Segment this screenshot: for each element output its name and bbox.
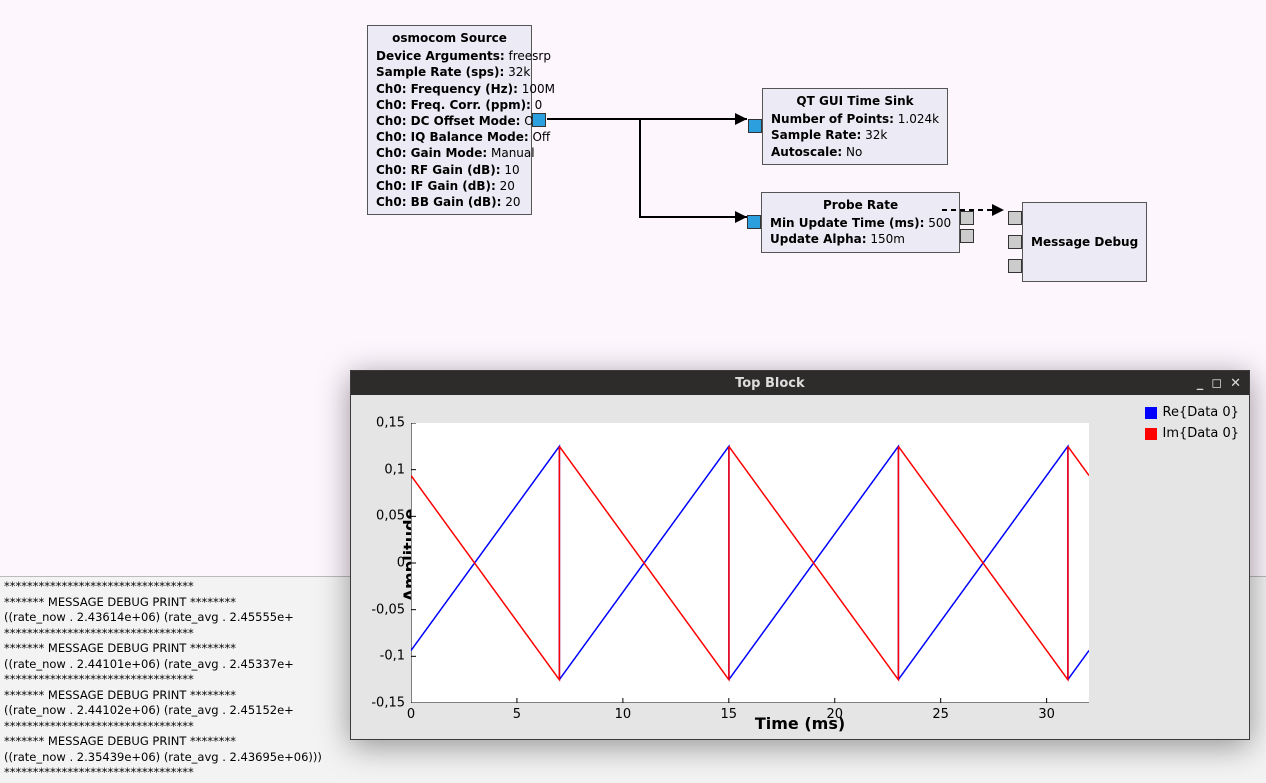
- ytick-label: -0,15: [371, 696, 405, 711]
- plot-series: [411, 446, 1089, 679]
- block-title: osmocom Source: [376, 30, 523, 46]
- msg-output-port[interactable]: [960, 229, 974, 243]
- block-param: Ch0: Gain Mode: Manual: [376, 145, 523, 161]
- msg-input-port[interactable]: [1008, 235, 1022, 249]
- block-param: Number of Points: 1.024k: [771, 111, 939, 127]
- xtick-label: 15: [721, 707, 738, 722]
- plot-area[interactable]: -0,15-0,1-0,0500,050,10,15 051015202530: [411, 423, 1089, 703]
- xtick-label: 20: [826, 707, 843, 722]
- window-top-block[interactable]: Top Block _ ◻ ✕ Amplitude Time (ms) Re{D…: [350, 370, 1250, 740]
- ytick-label: -0,1: [380, 649, 405, 664]
- block-param: Min Update Time (ms): 500: [770, 215, 951, 231]
- title-bar[interactable]: Top Block _ ◻ ✕: [351, 371, 1249, 395]
- xtick-label: 10: [615, 707, 632, 722]
- ytick-label: -0,05: [371, 602, 405, 617]
- ytick-label: 0,15: [376, 416, 405, 431]
- msg-input-port[interactable]: [1008, 211, 1022, 225]
- plot-xlabel: Time (ms): [351, 714, 1249, 733]
- ytick-label: 0,1: [384, 462, 405, 477]
- block-param: Ch0: BB Gain (dB): 20: [376, 194, 523, 210]
- block-param: Update Alpha: 150m: [770, 231, 951, 247]
- plot-legend: Re{Data 0} Im{Data 0}: [1145, 405, 1239, 447]
- block-param: Ch0: Frequency (Hz): 100M: [376, 81, 523, 97]
- block-title: Probe Rate: [770, 197, 951, 213]
- xtick-label: 5: [513, 707, 521, 722]
- block-probe-rate[interactable]: Probe Rate Min Update Time (ms): 500Upda…: [761, 192, 960, 253]
- plot-series: [411, 446, 1089, 679]
- maximize-icon[interactable]: ◻: [1211, 376, 1222, 391]
- block-param: Ch0: DC Offset Mode: Off: [376, 113, 523, 129]
- block-param: Sample Rate: 32k: [771, 127, 939, 143]
- close-icon[interactable]: ✕: [1230, 376, 1241, 391]
- minimize-icon[interactable]: _: [1197, 376, 1204, 391]
- block-message-debug[interactable]: Message Debug: [1022, 202, 1147, 282]
- block-osmocom-source[interactable]: osmocom Source Device Arguments: freesrp…: [367, 25, 532, 215]
- block-param: Ch0: RF Gain (dB): 10: [376, 162, 523, 178]
- block-param: Ch0: IQ Balance Mode: Off: [376, 129, 523, 145]
- ytick-label: 0,05: [376, 509, 405, 524]
- block-qt-gui-time-sink[interactable]: QT GUI Time Sink Number of Points: 1.024…: [762, 88, 948, 165]
- msg-input-port[interactable]: [1008, 259, 1022, 273]
- xtick-label: 25: [932, 707, 949, 722]
- block-param: Sample Rate (sps): 32k: [376, 64, 523, 80]
- output-port[interactable]: [532, 113, 546, 127]
- msg-output-port[interactable]: [960, 211, 974, 225]
- ytick-label: 0: [397, 556, 405, 571]
- block-param: Ch0: Freq. Corr. (ppm): 0: [376, 97, 523, 113]
- input-port[interactable]: [748, 119, 762, 133]
- xtick-label: 30: [1038, 707, 1055, 722]
- block-title: Message Debug: [1031, 234, 1138, 250]
- block-param: Autoscale: No: [771, 144, 939, 160]
- block-title: QT GUI Time Sink: [771, 93, 939, 109]
- block-param: Ch0: IF Gain (dB): 20: [376, 178, 523, 194]
- xtick-label: 0: [407, 707, 415, 722]
- input-port[interactable]: [747, 215, 761, 229]
- window-title: Top Block: [351, 376, 1189, 391]
- block-param: Device Arguments: freesrp: [376, 48, 523, 64]
